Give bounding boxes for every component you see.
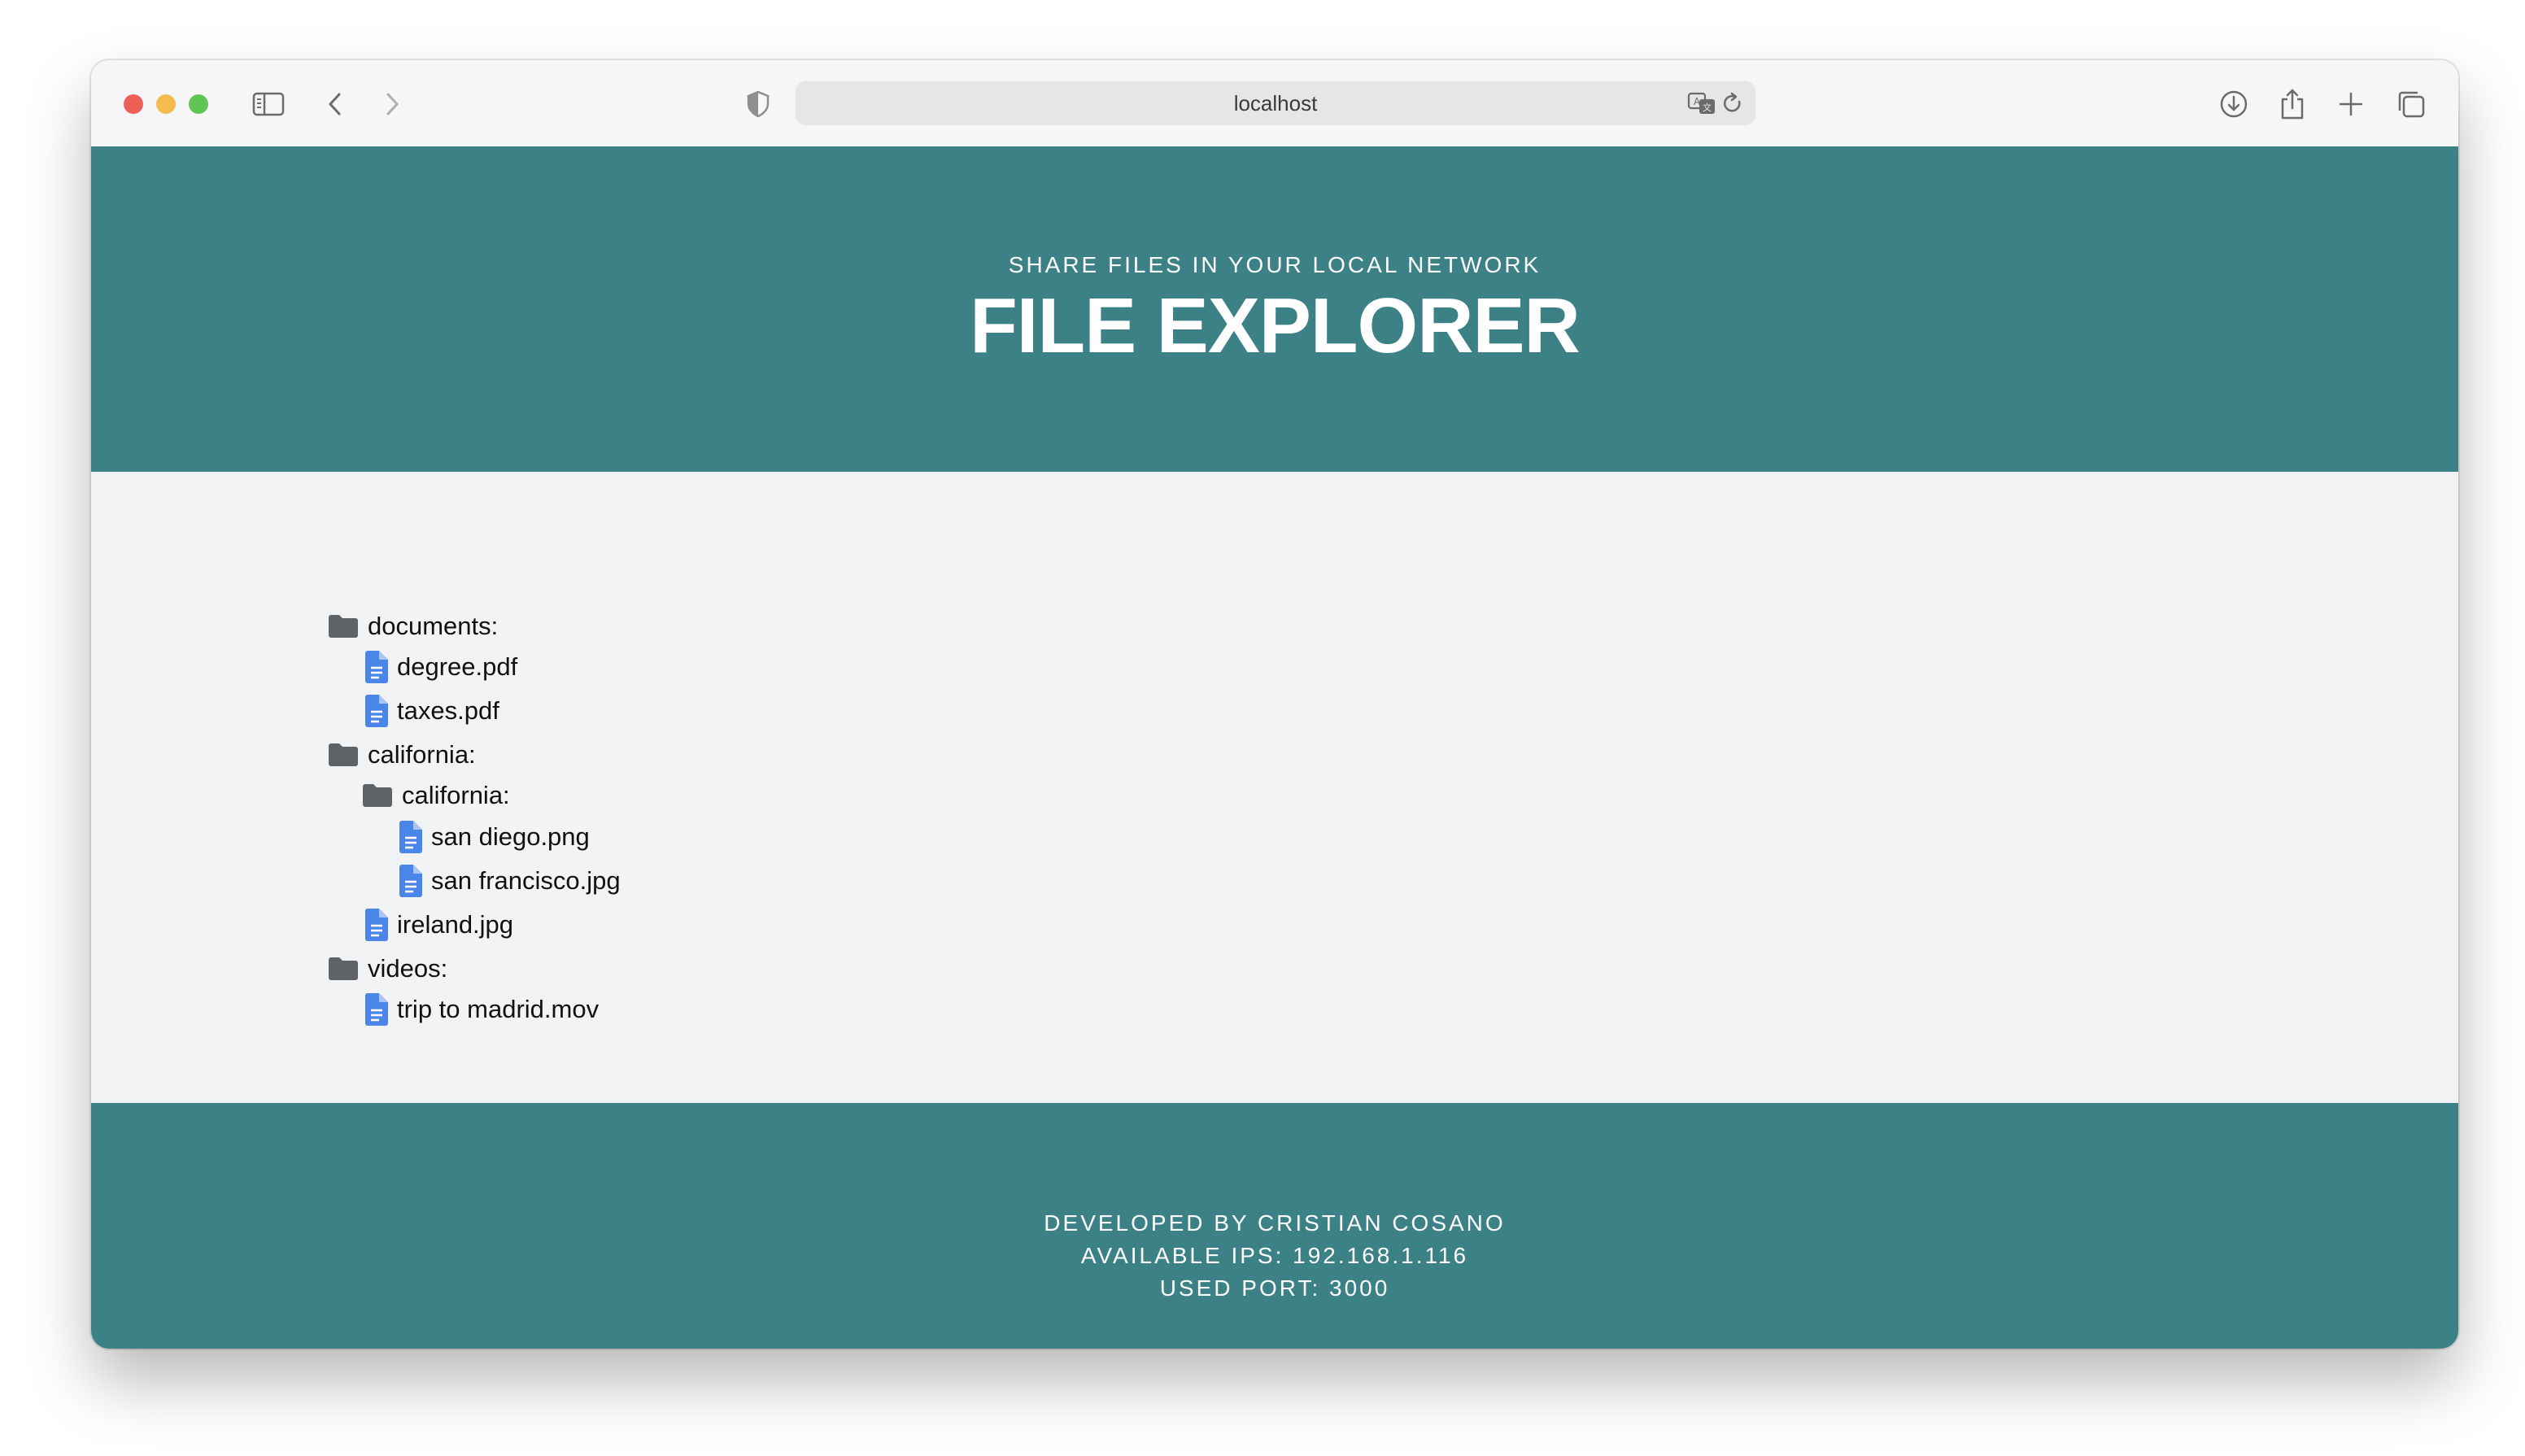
browser-window: localhost A 文 SHARE FILES IN YOUR LOCAL … bbox=[91, 60, 2458, 1349]
used-port: USED PORT: 3000 bbox=[1159, 1275, 1390, 1301]
file-tree: documents: degree.pdf taxes.pdf california:… bbox=[91, 472, 2458, 1103]
file-icon bbox=[363, 695, 389, 727]
url-text: localhost bbox=[1233, 91, 1318, 116]
available-ips: AVAILABLE IPS: 192.168.1.116 bbox=[1080, 1243, 1469, 1268]
folder-label: documents: bbox=[368, 612, 499, 640]
address-bar[interactable]: localhost A 文 bbox=[796, 81, 1755, 125]
back-icon[interactable] bbox=[316, 85, 355, 124]
file-icon bbox=[397, 821, 423, 853]
file-icon bbox=[363, 651, 389, 683]
downloads-icon[interactable] bbox=[2214, 85, 2253, 124]
file-label: san francisco.jpg bbox=[431, 866, 621, 895]
page-title: FILE EXPLORER bbox=[970, 282, 1581, 369]
browser-toolbar: localhost A 文 bbox=[91, 60, 2458, 148]
file-item[interactable]: san francisco.jpg bbox=[397, 861, 621, 901]
file-icon bbox=[397, 865, 423, 897]
tab-overview-icon[interactable] bbox=[2392, 85, 2431, 124]
file-label: san diego.png bbox=[431, 822, 590, 851]
sidebar-toggle-icon[interactable] bbox=[249, 85, 288, 124]
close-window-button[interactable] bbox=[124, 94, 143, 114]
folder-icon bbox=[327, 956, 360, 982]
file-item[interactable]: degree.pdf bbox=[363, 647, 517, 687]
file-item[interactable]: trip to madrid.mov bbox=[363, 989, 599, 1030]
page-footer: DEVELOPED BY CRISTIAN COSANO AVAILABLE I… bbox=[91, 1103, 2458, 1349]
file-item[interactable]: ireland.jpg bbox=[363, 905, 513, 945]
file-icon bbox=[363, 993, 389, 1026]
folder-item[interactable]: california: bbox=[327, 735, 476, 775]
minimize-window-button[interactable] bbox=[156, 94, 176, 114]
share-icon[interactable] bbox=[2273, 85, 2312, 124]
file-item[interactable]: san diego.png bbox=[397, 817, 590, 857]
folder-item[interactable]: videos: bbox=[327, 948, 447, 989]
page-header: SHARE FILES IN YOUR LOCAL NETWORK FILE E… bbox=[91, 146, 2458, 472]
file-icon bbox=[363, 909, 389, 941]
folder-icon bbox=[327, 742, 360, 768]
file-label: trip to madrid.mov bbox=[397, 995, 600, 1023]
file-label: degree.pdf bbox=[397, 652, 518, 681]
forward-icon[interactable] bbox=[373, 85, 412, 124]
folder-item[interactable]: documents: bbox=[327, 606, 498, 647]
translate-icon[interactable]: A 文 bbox=[1687, 90, 1716, 116]
folder-icon bbox=[361, 782, 394, 809]
reload-icon[interactable] bbox=[1720, 90, 1746, 116]
folder-label: california: bbox=[402, 781, 510, 809]
file-label: taxes.pdf bbox=[397, 696, 499, 725]
page-subtitle: SHARE FILES IN YOUR LOCAL NETWORK bbox=[1008, 252, 1542, 277]
folder-label: videos: bbox=[368, 954, 448, 983]
new-tab-icon[interactable] bbox=[2331, 85, 2370, 124]
folder-label: california: bbox=[368, 740, 476, 769]
zoom-window-button[interactable] bbox=[189, 94, 208, 114]
folder-item[interactable]: california: bbox=[361, 775, 510, 816]
privacy-shield-icon[interactable] bbox=[739, 85, 778, 124]
developer-credit: DEVELOPED BY CRISTIAN COSANO bbox=[1044, 1210, 1506, 1236]
folder-icon bbox=[327, 613, 360, 639]
file-item[interactable]: taxes.pdf bbox=[363, 691, 499, 731]
svg-text:文: 文 bbox=[1703, 102, 1712, 113]
file-label: ireland.jpg bbox=[397, 910, 514, 939]
